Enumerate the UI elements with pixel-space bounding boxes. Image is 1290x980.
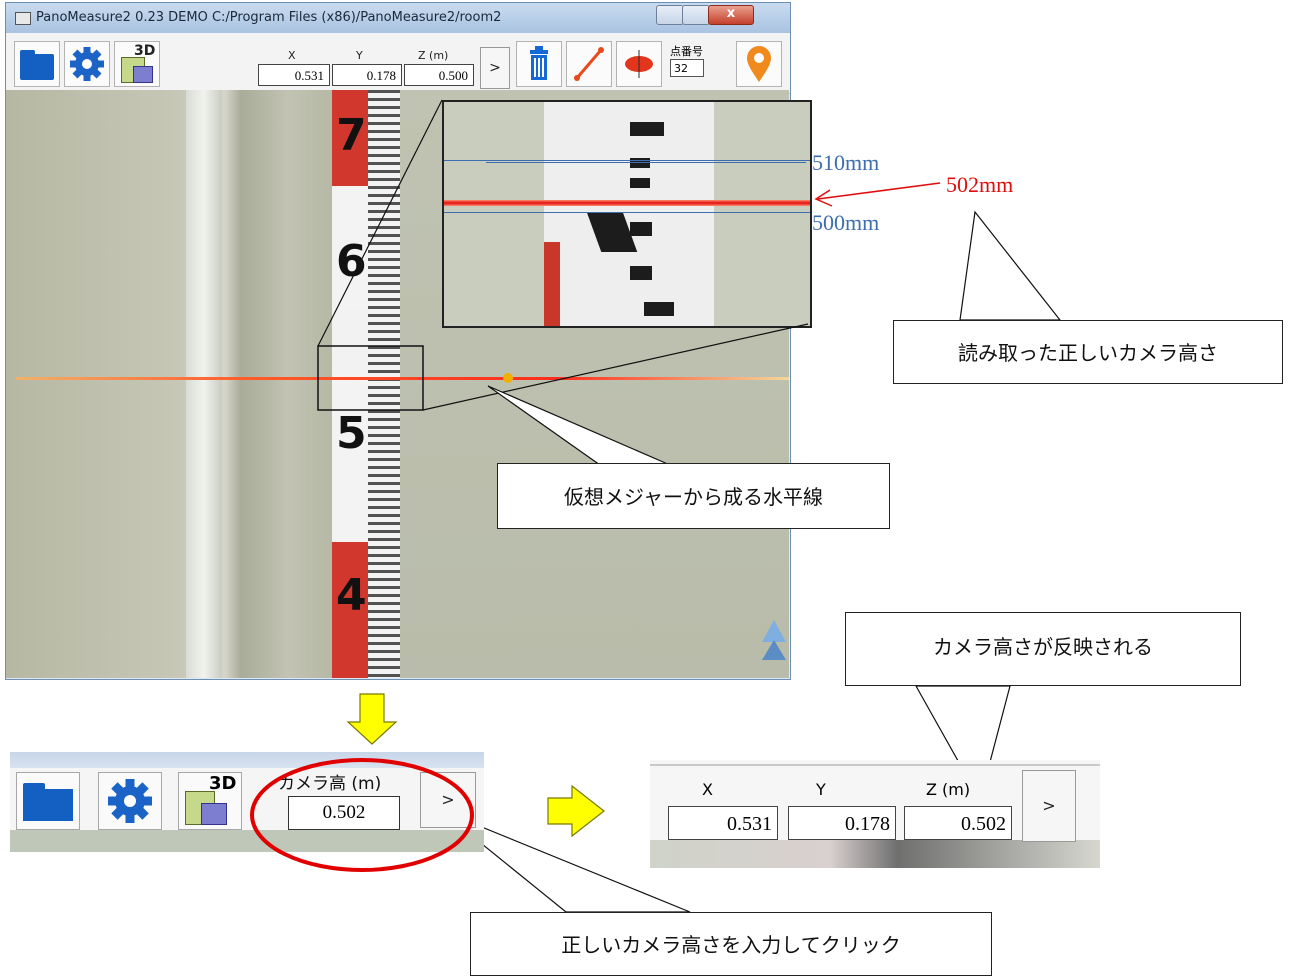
z-field[interactable]: 0.502 xyxy=(904,806,1012,840)
callout-input-click: 正しいカメラ高さを入力してクリック xyxy=(470,912,992,976)
highlight-ellipse xyxy=(250,758,474,872)
3d-view-button[interactable]: 3D xyxy=(178,772,242,830)
y-field[interactable]: 0.178 xyxy=(788,806,896,840)
x-label: X xyxy=(702,780,713,799)
open-folder-button[interactable] xyxy=(16,772,80,830)
callout-correct-height: 読み取った正しいカメラ高さ xyxy=(893,320,1283,384)
folder-icon xyxy=(23,789,73,821)
settings-button[interactable] xyxy=(98,772,162,830)
apply-arrow-button[interactable]: > xyxy=(1022,770,1076,842)
mark-502mm: 502mm xyxy=(946,172,1014,197)
mark-510mm: 510mm xyxy=(812,150,880,175)
z-label: Z (m) xyxy=(926,780,971,799)
callout-horizontal-line: 仮想メジャーから成る水平線 xyxy=(497,463,890,529)
callout-reflected: カメラ高さが反映される xyxy=(845,612,1241,686)
y-label: Y xyxy=(816,780,826,799)
coordinate-toolbar: X Y Z (m) 0.531 0.178 0.502 > xyxy=(650,760,1100,868)
x-field[interactable]: 0.531 xyxy=(668,806,778,840)
gear-icon xyxy=(108,779,152,823)
mark-500mm: 500mm xyxy=(812,210,880,235)
